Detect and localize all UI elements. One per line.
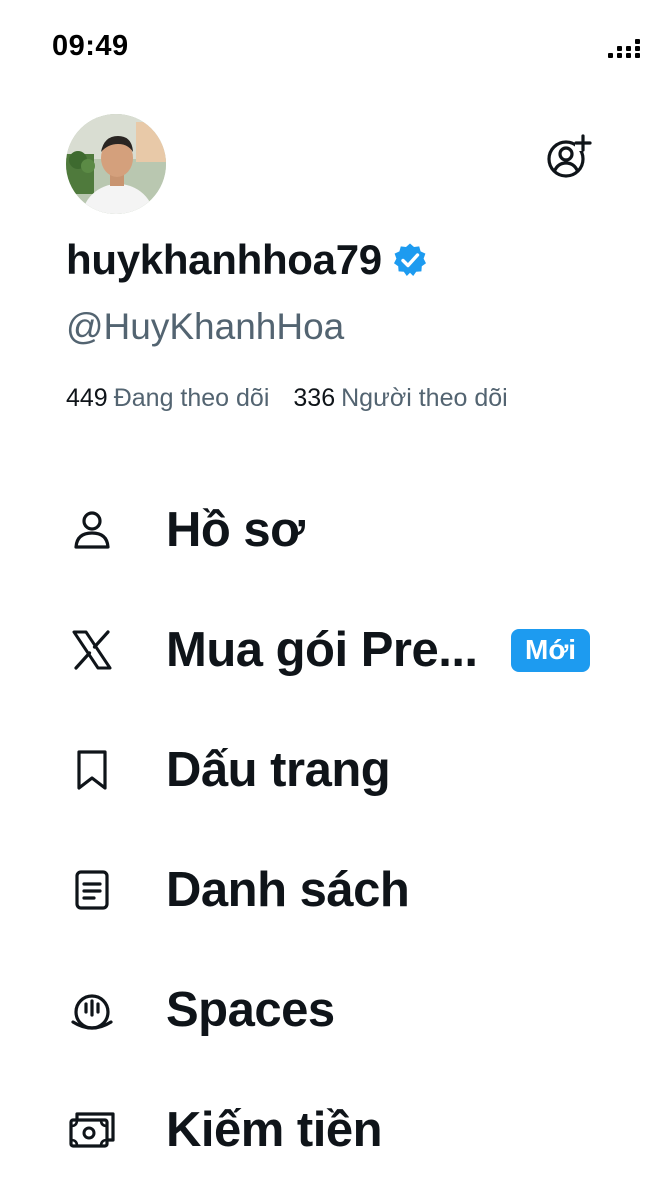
menu-label-lists: Danh sách	[166, 863, 410, 917]
menu-item-profile[interactable]: Hồ sơ	[66, 490, 626, 570]
spaces-icon	[66, 984, 118, 1036]
menu-label-bookmarks: Dấu trang	[166, 743, 391, 797]
money-icon	[66, 1104, 118, 1156]
add-account-button[interactable]	[543, 131, 595, 183]
add-account-icon	[547, 134, 592, 178]
display-name-row[interactable]: huykhanhhoa79	[66, 236, 428, 284]
menu-item-monetization[interactable]: Kiếm tiền	[66, 1090, 626, 1170]
menu-label-profile: Hồ sơ	[166, 503, 305, 557]
followers-link[interactable]: 336 Người theo dõi	[293, 384, 507, 413]
signal-icon	[608, 36, 640, 58]
menu-label-spaces: Spaces	[166, 983, 335, 1037]
avatar[interactable]	[66, 114, 166, 214]
avatar-photo	[66, 114, 166, 214]
x-logo-icon	[66, 624, 118, 676]
new-badge: Mới	[511, 628, 591, 672]
following-count: 449	[66, 384, 108, 412]
status-time: 09:49	[52, 30, 129, 62]
verified-badge-icon	[393, 243, 426, 276]
drawer-screen: 09:49 huykhanhhoa79 @HuyKhanhHoa 449 Đan…	[0, 0, 656, 1200]
list-icon	[66, 864, 118, 916]
bookmark-icon	[66, 744, 118, 796]
following-label: Đang theo dõi	[113, 384, 270, 412]
menu-item-premium[interactable]: Mua gói Pre... Mới	[66, 610, 626, 690]
menu-item-lists[interactable]: Danh sách	[66, 850, 626, 930]
person-icon	[66, 504, 118, 556]
menu-label-premium: Mua gói Pre...	[166, 623, 478, 677]
menu-item-bookmarks[interactable]: Dấu trang	[66, 730, 626, 810]
menu-label-monetization: Kiếm tiền	[166, 1103, 383, 1157]
menu-item-spaces[interactable]: Spaces	[66, 970, 626, 1050]
display-name: huykhanhhoa79	[66, 236, 382, 283]
followers-label: Người theo dõi	[341, 384, 508, 412]
handle: @HuyKhanhHoa	[66, 306, 345, 347]
following-link[interactable]: 449 Đang theo dõi	[66, 384, 269, 413]
follow-stats: 449 Đang theo dõi 336 Người theo dõi	[66, 384, 532, 413]
followers-count: 336	[293, 384, 336, 412]
